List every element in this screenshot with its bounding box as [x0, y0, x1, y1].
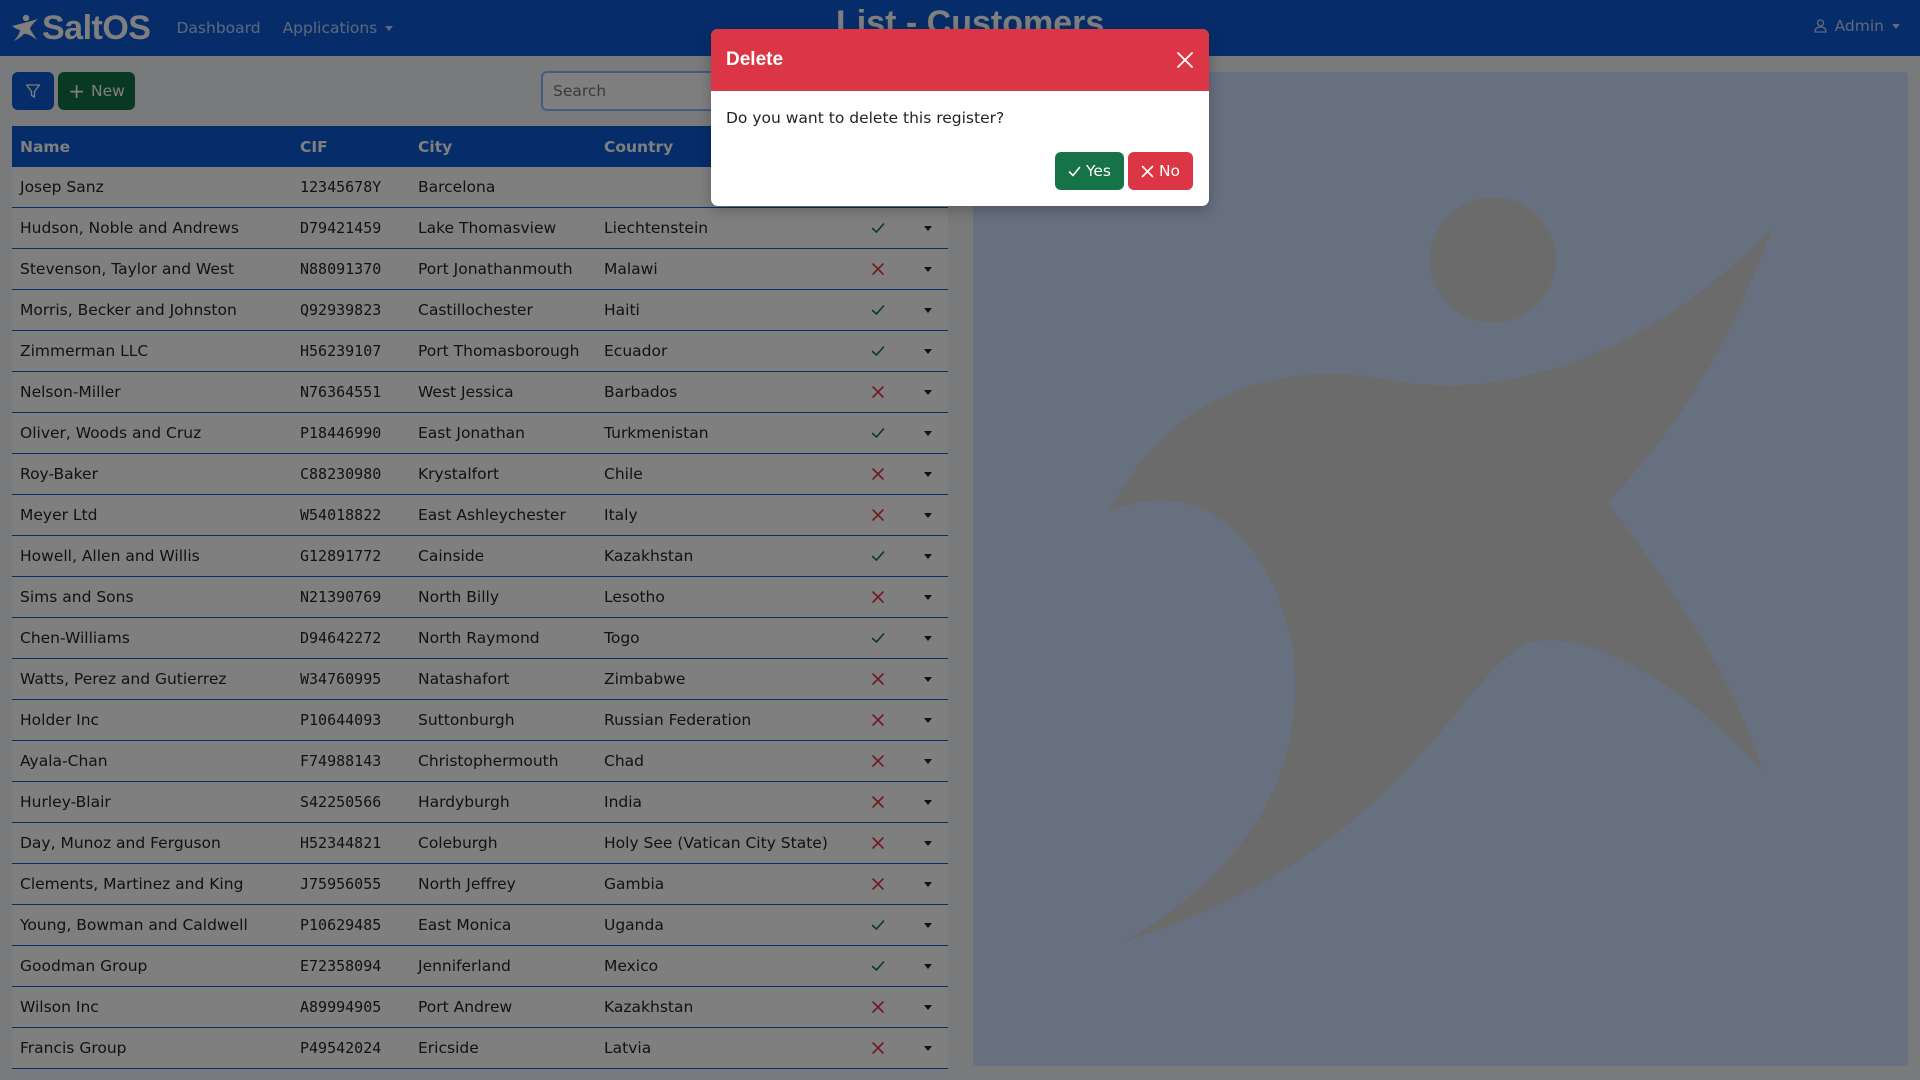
x-icon [1141, 165, 1154, 177]
yes-button-label: Yes [1085, 162, 1112, 180]
no-button[interactable]: No [1128, 152, 1193, 190]
dialog-message: Do you want to delete this register? [726, 109, 1005, 127]
dialog-header: Delete [711, 29, 1209, 91]
dialog-footer: Yes No [1055, 152, 1193, 190]
close-icon[interactable] [1175, 50, 1195, 70]
yes-button[interactable]: Yes [1055, 152, 1124, 190]
dialog-title: Delete [726, 49, 784, 70]
no-button-label: No [1158, 162, 1181, 180]
check-icon [1068, 166, 1081, 176]
delete-dialog: Delete Do you want to delete this regist… [711, 29, 1209, 206]
